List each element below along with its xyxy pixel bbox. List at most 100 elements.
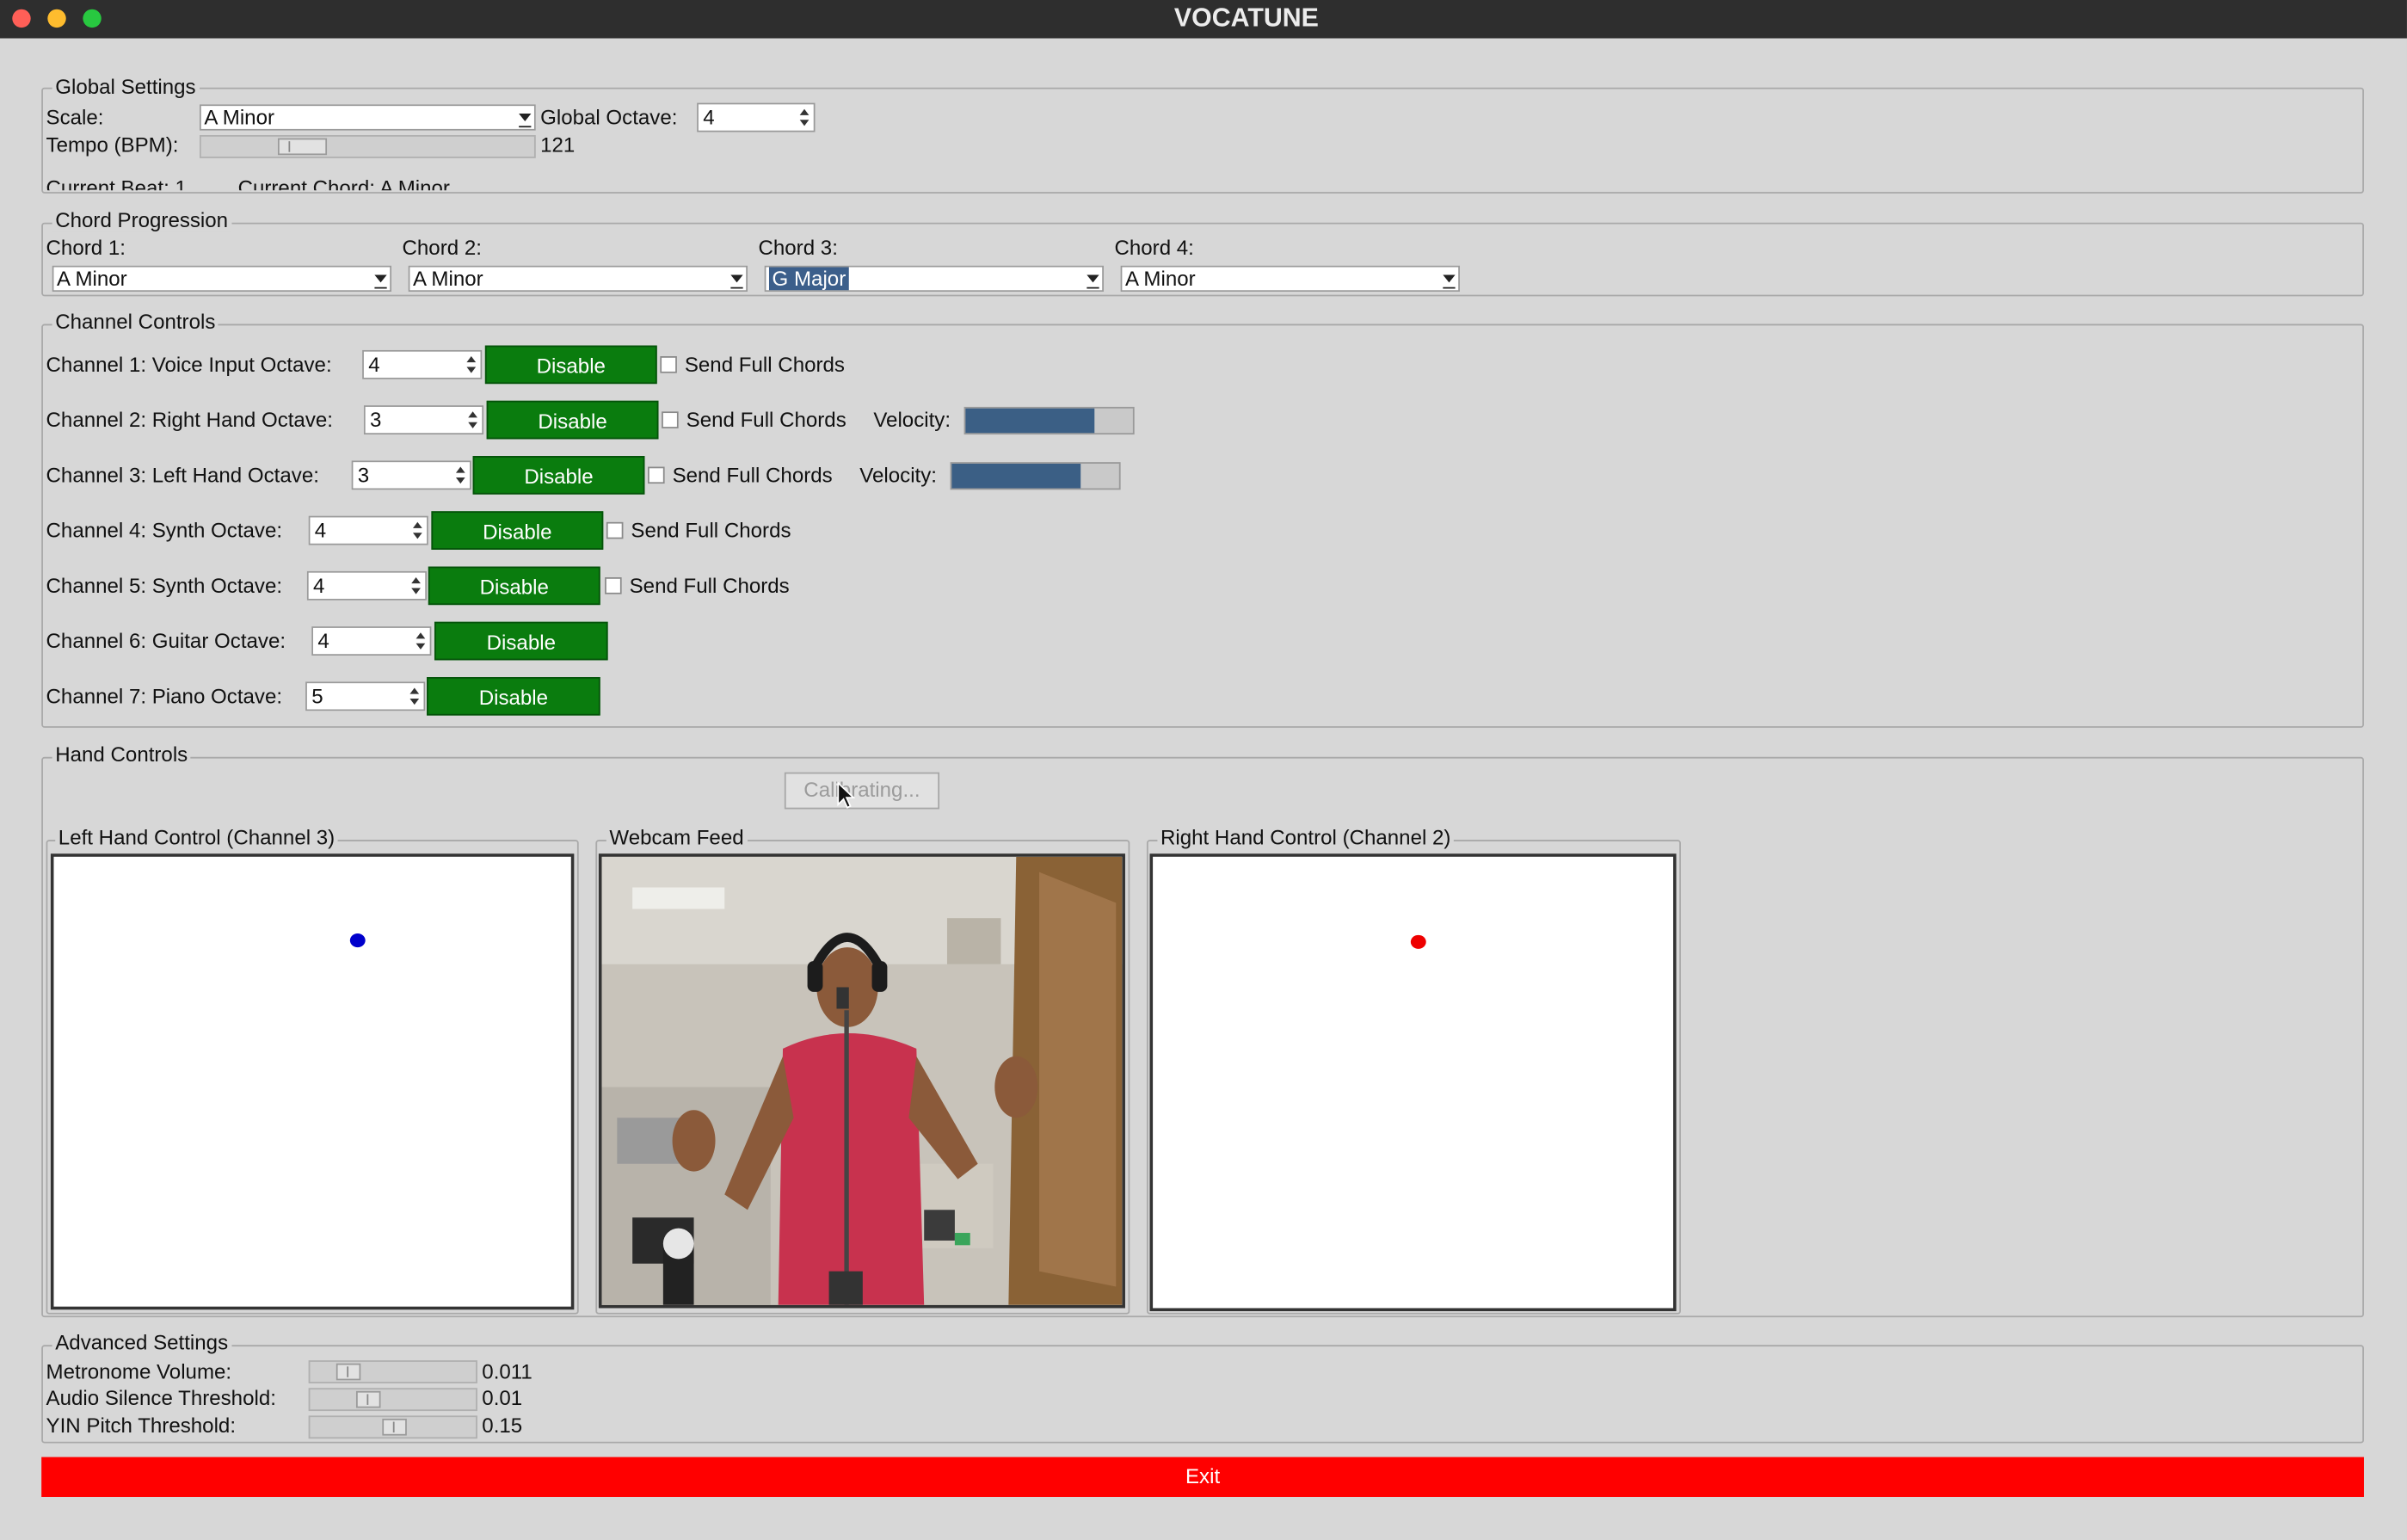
- chord-2-value: A Minor: [413, 267, 483, 291]
- chord-2-label: Chord 2:: [402, 236, 482, 260]
- chord-1-label: Chord 1:: [46, 236, 126, 260]
- spin-arrows-icon[interactable]: [465, 353, 479, 376]
- global-octave-spinbox[interactable]: 4: [697, 102, 816, 132]
- spin-arrows-icon[interactable]: [409, 685, 422, 708]
- channel-6-octave-value: 4: [317, 629, 329, 653]
- chord-4-combobox[interactable]: A Minor: [1120, 265, 1460, 293]
- channel-7-label: Channel 7: Piano Octave:: [46, 684, 283, 708]
- tempo-slider-thumb[interactable]: [277, 138, 328, 156]
- chevron-down-icon[interactable]: [1443, 274, 1456, 289]
- webcam-feed-image: [598, 853, 1125, 1309]
- yin-threshold-slider[interactable]: [308, 1415, 477, 1439]
- spin-arrows-icon[interactable]: [415, 630, 428, 653]
- current-chord: Current Chord: A Minor: [237, 176, 450, 191]
- channel-4-octave-spinbox[interactable]: 4: [308, 515, 428, 545]
- metronome-volume-value: 0.011: [482, 1360, 532, 1383]
- channel-5-disable-button[interactable]: Disable: [428, 566, 600, 606]
- chevron-down-icon[interactable]: [1087, 274, 1099, 289]
- channel-2-full-chords-checkbox[interactable]: [662, 411, 679, 428]
- scale-label: Scale:: [46, 106, 104, 129]
- channel-controls-legend: Channel Controls: [52, 310, 219, 334]
- right-hand-legend: Right Hand Control (Channel 2): [1157, 826, 1455, 849]
- advanced-settings-legend: Advanced Settings: [52, 1331, 231, 1355]
- channel-3-octave-spinbox[interactable]: 3: [351, 460, 471, 490]
- channel-5-octave-value: 4: [313, 574, 325, 598]
- channel-4-full-chords-label: Send Full Chords: [631, 519, 791, 542]
- channel-2-octave-value: 3: [370, 408, 382, 432]
- spin-arrows-icon[interactable]: [466, 409, 480, 432]
- global-octave-value: 4: [703, 106, 715, 129]
- silence-threshold-thumb[interactable]: [355, 1390, 381, 1408]
- spin-arrows-icon[interactable]: [798, 106, 812, 129]
- chevron-down-icon[interactable]: [730, 274, 743, 289]
- chevron-down-icon[interactable]: [374, 274, 387, 289]
- calibrate-button[interactable]: Calibrating...: [784, 772, 940, 810]
- channel-7-disable-button[interactable]: Disable: [427, 677, 600, 716]
- channel-2-full-chords-label: Send Full Chords: [686, 408, 846, 432]
- channel-3-label: Channel 3: Left Hand Octave:: [46, 463, 319, 487]
- channel-3-velocity-label: Velocity:: [859, 463, 937, 487]
- metronome-volume-thumb[interactable]: [336, 1363, 361, 1381]
- left-hand-canvas[interactable]: [50, 853, 575, 1310]
- channel-6-octave-spinbox[interactable]: 4: [311, 626, 432, 656]
- channel-3-full-chords-label: Send Full Chords: [672, 463, 833, 487]
- channel-1-full-chords-checkbox[interactable]: [660, 356, 677, 373]
- spin-arrows-icon[interactable]: [409, 574, 423, 597]
- right-hand-canvas[interactable]: [1149, 853, 1677, 1312]
- right-hand-position-dot: [1410, 934, 1426, 949]
- channel-3-velocity-slider[interactable]: [950, 462, 1121, 490]
- channel-7-octave-spinbox[interactable]: 5: [305, 681, 426, 711]
- tempo-value: 121: [540, 133, 576, 157]
- scale-value: A Minor: [204, 106, 275, 129]
- chord-3-combobox[interactable]: G Major: [764, 265, 1104, 293]
- channel-1-label: Channel 1: Voice Input Octave:: [46, 353, 332, 377]
- tempo-label: Tempo (BPM):: [46, 133, 179, 157]
- channel-1-octave-spinbox[interactable]: 4: [362, 349, 483, 379]
- channel-5-full-chords-checkbox[interactable]: [605, 577, 622, 594]
- chord-2-combobox[interactable]: A Minor: [408, 265, 748, 293]
- channel-2-octave-spinbox[interactable]: 3: [363, 405, 484, 435]
- spin-arrows-icon[interactable]: [411, 519, 425, 542]
- title-bar: VOCATUNE: [0, 0, 2407, 39]
- channel-3-disable-button[interactable]: Disable: [472, 456, 645, 495]
- channel-6-disable-button[interactable]: Disable: [434, 621, 608, 661]
- channel-5-full-chords-label: Send Full Chords: [629, 574, 790, 598]
- channel-5-label: Channel 5: Synth Octave:: [46, 574, 283, 598]
- channel-5-octave-spinbox[interactable]: 4: [306, 570, 428, 601]
- chord-3-value: G Major: [768, 267, 849, 291]
- chord-4-label: Chord 4:: [1114, 236, 1194, 260]
- channel-4-full-chords-checkbox[interactable]: [606, 521, 624, 539]
- channel-2-velocity-slider[interactable]: [963, 406, 1135, 435]
- channel-4-disable-button[interactable]: Disable: [431, 511, 604, 550]
- channel-3-velocity-fill: [951, 463, 1081, 489]
- channel-2-disable-button[interactable]: Disable: [486, 400, 659, 440]
- chord-1-combobox[interactable]: A Minor: [52, 265, 392, 293]
- channel-1-disable-button[interactable]: Disable: [484, 345, 657, 385]
- silence-threshold-value: 0.01: [482, 1386, 523, 1410]
- scale-combobox[interactable]: A Minor: [199, 104, 536, 131]
- channel-2-velocity-label: Velocity:: [873, 408, 951, 432]
- channel-1-full-chords-label: Send Full Chords: [684, 353, 845, 377]
- channel-4-octave-value: 4: [314, 519, 327, 542]
- exit-button[interactable]: Exit: [41, 1457, 2364, 1497]
- channel-3-octave-value: 3: [357, 463, 370, 487]
- tempo-slider[interactable]: [199, 135, 536, 158]
- channel-3-full-chords-checkbox[interactable]: [648, 466, 665, 484]
- channel-1-octave-value: 4: [368, 353, 380, 377]
- yin-threshold-value: 0.15: [482, 1414, 523, 1438]
- left-hand-legend: Left Hand Control (Channel 3): [55, 826, 338, 849]
- chord-1-value: A Minor: [57, 267, 127, 291]
- current-beat: Current Beat: 1: [46, 176, 187, 191]
- hand-controls-legend: Hand Controls: [52, 742, 191, 767]
- yin-threshold-thumb[interactable]: [382, 1418, 407, 1436]
- spin-arrows-icon[interactable]: [454, 464, 468, 487]
- silence-threshold-slider[interactable]: [308, 1388, 477, 1412]
- mouse-cursor-icon: [837, 781, 855, 809]
- channel-6-label: Channel 6: Guitar Octave:: [46, 629, 286, 653]
- chevron-down-icon[interactable]: [519, 114, 532, 128]
- global-settings-legend: Global Settings: [52, 75, 200, 99]
- chord-4-value: A Minor: [1124, 267, 1196, 291]
- metronome-volume-slider[interactable]: [308, 1360, 477, 1383]
- channel-7-octave-value: 5: [311, 684, 323, 708]
- window-title: VOCATUNE: [1173, 3, 1319, 33]
